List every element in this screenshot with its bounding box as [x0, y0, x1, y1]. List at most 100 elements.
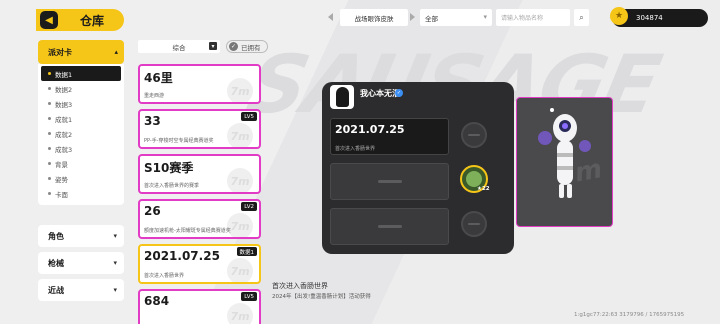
party-card[interactable]: 7m 684 LV5 [138, 289, 261, 324]
search-input[interactable]: 请输入物品名称 [496, 9, 570, 26]
player-name: 我心本无泪 [360, 89, 400, 98]
sidebar-item-label: 姿势 [55, 175, 68, 184]
sidebar-item[interactable]: 数据3 [38, 96, 124, 111]
card-desc: 额度加速机枪-太阳耀斑专属经典赛道奖 [144, 228, 231, 234]
description-title: 首次进入香肠世界 [272, 282, 328, 290]
sidebar-item-label: 成就2 [55, 130, 73, 139]
bullet-icon [48, 162, 51, 165]
sidebar-item[interactable]: 成就1 [38, 111, 124, 126]
avatar [330, 85, 354, 109]
card-value: 2021.07.25 [144, 249, 220, 263]
bullet-icon [48, 192, 51, 195]
card-desc: 首次进入香肠世界的赛季 [144, 183, 200, 189]
card-watermark: 7m [227, 78, 253, 102]
currency-value: 304874 [636, 14, 663, 22]
owned-toggle[interactable]: ✓ 已拥有 [226, 40, 268, 53]
sidebar-category-gun[interactable]: 枪械 ▾ [38, 252, 124, 274]
card-badge: 数据1 [236, 247, 257, 256]
card-watermark: 7m [227, 213, 253, 237]
card-badge: LV5 [241, 292, 257, 301]
party-card[interactable]: 7m S10赛季首次进入香肠世界的赛季 [138, 154, 261, 194]
card-watermark: 7m [227, 303, 253, 324]
card-desc: 首次进入香肠世界 [144, 273, 185, 279]
sidebar-item-label: 数据2 [55, 85, 73, 94]
bullet-icon [48, 117, 51, 120]
card-watermark: 7m [227, 258, 253, 282]
slot-main-value: 2021.07.25 [335, 123, 405, 136]
tab-selected[interactable]: 战场眼饰皮肤 [340, 9, 408, 26]
chevron-down-icon: ▾ [113, 259, 117, 267]
sidebar-item[interactable]: 卡面 [38, 186, 124, 201]
party-card[interactable]: 7m 46里重走西游 [138, 64, 261, 104]
card-desc: PP-手-穿梭时空专属经典赛道奖 [144, 138, 214, 144]
bullet-icon [48, 102, 51, 105]
prev-tab-icon[interactable] [328, 13, 333, 21]
party-card[interactable]: 7m 2021.07.25 首次进入香肠世界 数据1 [138, 244, 261, 284]
page-title: 仓库 [80, 14, 105, 28]
sausage-character-icon [538, 108, 591, 198]
sidebar-section-party-card[interactable]: 派对卡 ▴ [38, 40, 124, 64]
description-body: 2024年【出发!重温香肠计划】活动获得 [272, 294, 371, 300]
sidebar-item-label: 背景 [55, 160, 68, 169]
character-preview: 7m [516, 97, 613, 227]
uid-text: 1:g1gc77:22:63 3179796 / 1765975195 [574, 312, 685, 318]
bullet-icon [48, 177, 51, 180]
next-tab-icon[interactable] [410, 13, 415, 21]
bullet-icon [48, 132, 51, 135]
card-value: 684 [144, 294, 170, 308]
card-badge: LV5 [241, 112, 257, 121]
sidebar-item-label: 成就3 [55, 145, 73, 154]
sidebar-item-label: 数据3 [55, 100, 73, 109]
sidebar-item-label: 成就1 [55, 115, 73, 124]
chevron-down-icon: ▾ [209, 42, 217, 50]
filter-dropdown[interactable]: 全部 ▾ [420, 9, 492, 26]
sidebar-item-label: 数据1 [55, 70, 73, 79]
back-arrow-icon[interactable]: ◀ [40, 11, 58, 29]
sort-dropdown[interactable]: 综合 ▾ [138, 40, 220, 53]
chevron-down-icon: ▾ [483, 13, 487, 21]
coin-icon: ★ [610, 7, 628, 25]
sidebar: 派对卡 ▴ 数据1 数据2 数据3 成就1 成就2 成就3 背景姿势卡面 [38, 40, 124, 205]
sidebar-category-role[interactable]: 角色 ▾ [38, 225, 124, 247]
sidebar-item[interactable]: 姿势 [38, 171, 124, 186]
sidebar-section-label: 派对卡 [48, 47, 72, 57]
card-slot-main[interactable]: 2021.07.25 首次进入香肠世界 [330, 118, 449, 155]
badge-slot-3[interactable] [461, 211, 487, 237]
sidebar-item[interactable]: 背景 [38, 156, 124, 171]
level-text: ★22 [477, 186, 490, 192]
chevron-down-icon: ▾ [113, 286, 117, 294]
card-watermark: 7m [227, 123, 253, 147]
sidebar-category-label: 近战 [48, 285, 64, 295]
card-value: S10赛季 [144, 161, 194, 175]
sidebar-item-label: 卡面 [55, 190, 68, 199]
slot-main-desc: 首次进入香肠世界 [335, 146, 376, 152]
sidebar-item[interactable]: 成就2 [38, 126, 124, 141]
chevron-up-icon: ▴ [114, 48, 118, 56]
sidebar-category-label: 角色 [48, 231, 64, 241]
bullet-icon [48, 87, 51, 90]
party-card[interactable]: 7m 26 额度加速机枪-太阳耀斑专属经典赛道奖 LV2 [138, 199, 261, 239]
sidebar-list: 数据1 数据2 数据3 成就1 成就2 成就3 背景姿势卡面 [38, 64, 124, 205]
party-card[interactable]: 7m 33 PP-手-穿梭时空专属经典赛道奖 LV5 [138, 109, 261, 149]
sidebar-item[interactable]: 数据1 [41, 66, 121, 81]
card-desc: 重走西游 [144, 93, 165, 99]
sidebar-category-melee[interactable]: 近战 ▾ [38, 279, 124, 301]
card-value: 33 [144, 114, 161, 128]
check-icon: ✓ [229, 42, 238, 51]
search-icon[interactable]: ⌕ [574, 9, 589, 26]
badge-slot-1[interactable] [461, 122, 487, 148]
card-slot-3[interactable] [330, 208, 449, 245]
sidebar-category-label: 枪械 [48, 258, 64, 268]
card-slot-2[interactable] [330, 163, 449, 200]
verified-icon: ✓ [395, 89, 403, 97]
bullet-icon [48, 147, 51, 150]
sidebar-item[interactable]: 数据2 [38, 81, 124, 96]
card-watermark: 7m [227, 168, 253, 192]
filter-dropdown-label: 全部 [425, 14, 438, 23]
sidebar-item[interactable]: 成就3 [38, 141, 124, 156]
sort-label: 综合 [172, 43, 186, 52]
bullet-icon [48, 72, 51, 75]
card-value: 46里 [144, 71, 173, 85]
chevron-down-icon: ▾ [113, 232, 117, 240]
card-badge: LV2 [241, 202, 257, 211]
